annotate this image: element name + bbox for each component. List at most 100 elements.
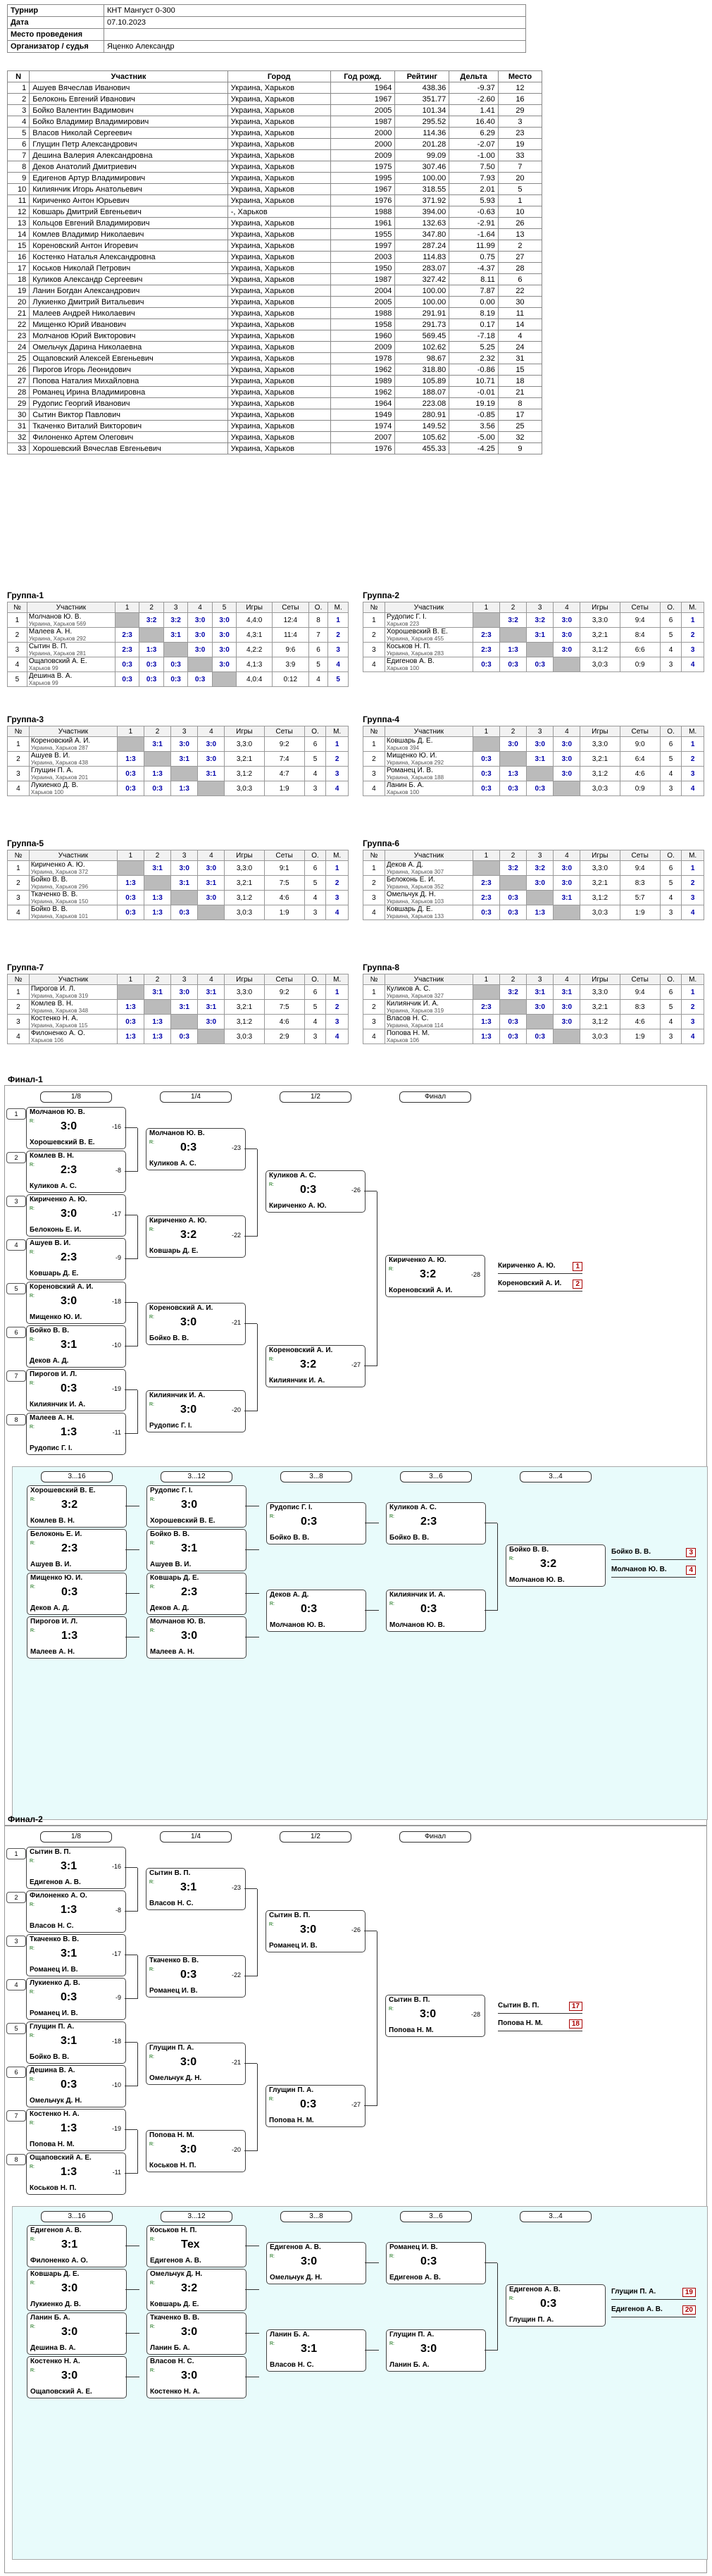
match-stats: R:	[150, 2368, 155, 2373]
participant-cell: 7	[497, 161, 543, 173]
group-sets: 1:9	[263, 905, 305, 920]
participant-cell: Ткаченко Виталий Викторович	[29, 420, 228, 432]
group-sets: 7:5	[263, 999, 305, 1015]
match-score: 3:1	[61, 1860, 77, 1872]
match-box: Глущин П. А. R: 3:1 -18 Бойко В. В.	[26, 2021, 126, 2064]
group-score-cell: 3:2	[163, 612, 189, 628]
consolation-band: 3...16 3...12 3...8 3...6 3...4 Едигенов А. В…	[12, 2206, 708, 2560]
group-player-city: Украина, Харьков 150	[30, 898, 89, 905]
group-block: Группа-2 № Участник 1 2 3 4 Игры Сеты О. М. 1 Рудопи…	[363, 590, 704, 672]
group-header-row: № Участник 1 2 3 4 Игры Сеты О. М.	[363, 850, 704, 861]
group-self-cell	[472, 612, 501, 628]
participant-cell: 1976	[330, 194, 396, 206]
group-score-cell: 1:3	[116, 1029, 145, 1044]
match-box: Белоконь Е. И. R: 2:3 Ашуев В. И.	[27, 1529, 127, 1571]
bracket-line	[365, 1523, 379, 1524]
bracket-line	[125, 2042, 137, 2043]
match-player-2: Ашуев В. И.	[30, 1561, 72, 1568]
match-player-1: Кореновский А. И.	[269, 1346, 333, 1354]
group-score-cell: 0:3	[116, 890, 145, 905]
participant-cell: Украина, Харьков	[227, 364, 331, 376]
match-player-2: Романец И. В.	[30, 1966, 78, 1974]
group-row: 4 Ковшарь Д. Е. Украина, Харьков 133 0:3 0:3…	[363, 905, 704, 920]
match-player-1: Кириченко А. Ю.	[30, 1196, 87, 1203]
participant-cell: 1	[6, 82, 30, 94]
match-stats: R:	[389, 2341, 394, 2346]
participant-cell: 10	[6, 183, 30, 195]
group-table: № Участник 1 2 3 4 5 Игры Сеты О. М. 1 Молчанов Ю. В…	[7, 602, 349, 687]
bracket-line	[364, 2105, 377, 2107]
match-score: 3:0	[61, 1120, 77, 1132]
group-title: Группа-3	[7, 714, 44, 724]
match-score: 3:1	[61, 1948, 77, 1959]
match-box: Ланин Б. А. R: 3:1 Власов Н. С.	[266, 2329, 366, 2372]
group-player-name: Дешина В. А.	[28, 672, 73, 680]
bracket-line	[125, 2086, 137, 2087]
participant-cell: Украина, Харьков	[227, 149, 331, 161]
match-number: -22	[231, 1232, 241, 1239]
participant-cell: 30	[497, 296, 543, 308]
group-col-place: М.	[681, 602, 704, 613]
match-player-2: Бойко В. В.	[149, 1335, 189, 1342]
match-stats: R:	[30, 1425, 35, 1430]
bracket-line	[125, 1389, 137, 1391]
participant-cell: -0.63	[449, 206, 499, 218]
group-games: 3,1:2	[580, 642, 620, 657]
group-player-cell: Коськов Н. П. Украина, Харьков 283	[384, 642, 473, 657]
group-player-name: Власов Н. С.	[386, 1015, 429, 1022]
match-number: -26	[351, 1926, 361, 1933]
participant-cell: 19	[6, 285, 30, 297]
match-score: 3:1	[61, 2238, 78, 2250]
group-points: 4	[308, 671, 329, 687]
participant-cell: 1995	[330, 172, 396, 184]
participant-cell: 16	[6, 251, 30, 263]
group-player-cell: Ковшарь Д. Е. Украина, Харьков 133	[384, 905, 473, 920]
participant-cell: Кольцов Евгений Владимирович	[29, 217, 228, 229]
match-box: Глущин П. А. R: 3:0 Ланин Б. А.	[386, 2329, 486, 2372]
match-stats: R:	[270, 2254, 275, 2259]
match-score: 3:0	[61, 1295, 77, 1307]
consolation-band: 3...16 3...12 3...8 3...6 3...4 Хорошевский В…	[12, 1466, 708, 1820]
info-key: Турнир	[7, 4, 104, 17]
group-sets: 9:4	[619, 860, 661, 876]
group-row: 4 Лукиенко Д. В. Харьков 100 0:3 0:3 1:3 3,0:3…	[7, 781, 349, 796]
group-player-city: Украина, Харьков 372	[30, 869, 89, 875]
group-player-cell: Сытин В. П. Украина, Харьков 281	[26, 642, 115, 657]
group-score-cell: 3:2	[139, 612, 164, 628]
match-player-2: Коськов Н. П.	[30, 2184, 77, 2192]
group-self-cell	[114, 612, 140, 628]
participant-cell: 29	[497, 104, 543, 116]
group-row-num: 1	[7, 612, 27, 628]
match-stats: R:	[150, 1541, 155, 1546]
group-score-cell: 3:2	[526, 612, 554, 628]
participant-row: 2 Белоконь Евгений Иванович Украина, Харьк…	[6, 93, 543, 105]
match-player-1: Молчанов Ю. В.	[30, 1108, 85, 1116]
participant-cell: Ашуев Вячеслав Иванович	[29, 82, 228, 94]
participant-cell: 4	[6, 116, 30, 128]
participant-cell: 8.19	[449, 307, 499, 319]
match-number: -10	[111, 1342, 121, 1349]
group-title: Группа-6	[363, 838, 400, 848]
participant-cell: 8.11	[449, 273, 499, 285]
participant-cell: Украина, Харьков	[227, 262, 331, 274]
bracket-line	[244, 1888, 257, 1890]
match-stats: R:	[30, 1163, 35, 1168]
match-player-1: Бойко В. В.	[30, 1327, 69, 1335]
group-row-num: 1	[7, 736, 30, 752]
match-score: 3:2	[180, 1229, 197, 1241]
participant-cell: 132.63	[394, 217, 450, 229]
match-score: 3:2	[181, 2282, 198, 2294]
participant-cell: 114.83	[394, 251, 450, 263]
participant-cell: 1989	[330, 375, 396, 387]
group-block: Группа-6 № Участник 1 2 3 4 Игры Сеты О. М. 1 Деков …	[363, 838, 704, 920]
participant-cell: -0.01	[449, 386, 499, 398]
group-self-cell	[211, 671, 237, 687]
participant-row: 31 Ткаченко Виталий Викторович Украина, Ха…	[6, 420, 543, 432]
match-stats: R:	[149, 1967, 154, 1972]
match-player-1: Ланин Б. А.	[30, 2314, 70, 2322]
match-box: Кореновский А. И. R: 3:0 -18 Мищенко Ю. И.	[26, 1282, 126, 1324]
bracket-line	[137, 1215, 139, 1259]
bracket-line	[125, 1171, 137, 1172]
group-place: 3	[681, 890, 704, 905]
participant-cell: -2.91	[449, 217, 499, 229]
